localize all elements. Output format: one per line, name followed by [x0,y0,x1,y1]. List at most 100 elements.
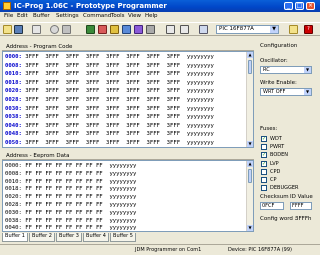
chevron-down-icon: ▼ [304,67,311,73]
eeprom-header: Address - Eeprom Data [2,152,254,160]
scroll-down-icon[interactable]: ▼ [247,141,253,147]
configuration-title: Configuration [260,43,298,49]
row-data[interactable]: 3FFF 3FFF 3FFF 3FFF 3FFF 3FFF 3FFF 3FFF [25,123,180,129]
row-address: 0048: [5,131,22,138]
table-row: 0018: FF FF FF FF FF FF FF FF yyyyyyyy [5,185,136,193]
config-word-label: Config word : [260,216,297,222]
cd-icon[interactable] [50,25,59,34]
row-data[interactable]: FF FF FF FF FF FF FF FF [25,202,102,208]
scroll-thumb[interactable] [248,169,252,183]
row-data[interactable]: FF FF FF FF FF FF FF FF [25,163,102,169]
menu-file[interactable]: File [4,13,13,19]
save-icon[interactable] [14,25,23,34]
checkmark-icon[interactable]: ✓ [261,160,267,167]
fuses-label: Fuses: [260,126,278,132]
fuse-label: DEBUGGER [270,185,299,192]
menu-buffer[interactable]: Buffer [33,13,50,19]
eeprom-data-grid[interactable]: 0000: FF FF FF FF FF FF FF FF yyyyyyyy 00… [2,160,254,232]
scroll-up-icon[interactable]: ▲ [247,161,253,167]
scroll-down-icon[interactable]: ▼ [247,225,253,231]
checkbox-empty-icon[interactable] [261,177,267,183]
chip-icon[interactable] [62,25,71,34]
tab-buffer-4[interactable]: Buffer 4 [83,233,109,242]
fuse-label: CP [270,177,277,183]
open-file-icon[interactable] [3,25,12,34]
scroll-thumb[interactable] [248,60,252,74]
eeprom-scrollbar[interactable]: ▲ ▼ [246,161,253,231]
row-data[interactable]: 3FFF 3FFF 3FFF 3FFF 3FFF 3FFF 3FFF 3FFF [25,71,180,77]
config-word-value: 3FFFh [295,216,312,222]
row-data[interactable]: 3FFF 3FFF 3FFF 3FFF 3FFF 3FFF 3FFF 3FFF [25,80,180,86]
row-data[interactable]: 3FFF 3FFF 3FFF 3FFF 3FFF 3FFF 3FFF 3FFF [25,54,180,60]
row-data[interactable]: 3FFF 3FFF 3FFF 3FFF 3FFF 3FFF 3FFF 3FFF [25,63,180,69]
row-address: 0040: [5,122,22,129]
scroll-up-icon[interactable]: ▲ [247,52,253,58]
read-chip-icon[interactable] [86,25,95,34]
asm-view-icon[interactable] [180,25,189,34]
program-code-grid[interactable]: 0000: 3FFF 3FFF 3FFF 3FFF 3FFF 3FFF 3FFF… [2,51,254,148]
blank-check-icon[interactable] [134,25,143,34]
checkmark-icon[interactable]: ✓ [261,136,267,142]
row-data[interactable]: FF FF FF FF FF FF FF FF [25,171,102,177]
hex-view-icon[interactable] [166,25,175,34]
device-select[interactable]: PIC 16F877A ▼ [216,25,279,34]
tab-buffer-5[interactable]: Buffer 5 [110,233,136,242]
row-ascii: yyyyyyyy [109,163,137,169]
row-data[interactable]: 3FFF 3FFF 3FFF 3FFF 3FFF 3FFF 3FFF 3FFF [25,114,180,120]
fuse-label: LVP [270,160,279,167]
row-data[interactable]: 3FFF 3FFF 3FFF 3FFF 3FFF 3FFF 3FFF 3FFF [25,88,180,94]
row-ascii: yyyyyyyy [186,140,214,146]
write-enable-select[interactable]: WRT OFF ▼ [260,88,312,96]
close-button[interactable]: × [306,2,315,10]
minimize-button[interactable]: _ [284,2,293,10]
checkbox-empty-icon[interactable] [261,185,267,192]
device-icon [199,25,208,34]
row-ascii: yyyyyyyy [109,202,137,208]
checkmark-icon[interactable]: ✓ [261,152,267,159]
program-chip-icon[interactable] [98,25,107,34]
row-address: 0010: [5,178,22,185]
menu-edit[interactable]: Edit [17,13,28,19]
row-data[interactable]: 3FFF 3FFF 3FFF 3FFF 3FFF 3FFF 3FFF 3FFF [25,140,180,146]
row-data[interactable]: FF FF FF FF FF FF FF FF [25,194,102,200]
menu-tools[interactable]: Tools [111,13,125,19]
tab-buffer-3[interactable]: Buffer 3 [56,233,82,242]
oscillator-select[interactable]: RC ▼ [260,66,312,74]
row-address: 0040: [5,225,22,232]
verify-chip-icon[interactable] [122,25,131,34]
menu-view[interactable]: View [128,13,141,19]
row-data[interactable]: 3FFF 3FFF 3FFF 3FFF 3FFF 3FFF 3FFF 3FFF [25,131,180,137]
row-data[interactable]: FF FF FF FF FF FF FF FF [25,225,102,231]
menu-settings[interactable]: Settings [56,13,79,19]
row-data[interactable]: FF FF FF FF FF FF FF FF [25,218,102,224]
program-scrollbar[interactable]: ▲ ▼ [246,52,253,147]
checkbox-empty-icon[interactable] [261,144,267,151]
table-row: 0020: 3FFF 3FFF 3FFF 3FFF 3FFF 3FFF 3FFF… [5,87,214,95]
erase-chip-icon[interactable] [110,25,119,34]
table-row: 0000: FF FF FF FF FF FF FF FF yyyyyyyy [5,162,136,170]
table-row: 0020: FF FF FF FF FF FF FF FF yyyyyyyy [5,193,136,201]
row-ascii: yyyyyyyy [109,178,137,185]
row-address: 0000: [5,54,22,60]
settings-icon[interactable] [289,25,298,34]
menu-help[interactable]: Help [145,13,158,19]
row-data[interactable]: FF FF FF FF FF FF FF FF [25,186,102,192]
print-icon[interactable] [32,25,41,34]
checkbox-empty-icon[interactable] [261,168,267,175]
tab-buffer-2[interactable]: Buffer 2 [29,233,55,242]
id-value-field[interactable]: FFFF [290,202,312,210]
row-address: 0050: [5,140,22,146]
help-icon[interactable]: ? [304,25,313,34]
compare-icon[interactable] [146,25,155,34]
row-data[interactable]: 3FFF 3FFF 3FFF 3FFF 3FFF 3FFF 3FFF 3FFF [25,106,180,112]
row-data[interactable]: FF FF FF FF FF FF FF FF [25,179,102,185]
row-data[interactable]: FF FF FF FF FF FF FF FF [25,210,102,216]
configuration-pane: Configuration Oscillator: RC ▼ Write Ena… [255,38,318,243]
row-data[interactable]: 3FFF 3FFF 3FFF 3FFF 3FFF 3FFF 3FFF 3FFF [25,97,180,103]
row-ascii: yyyyyyyy [109,194,137,201]
maximize-button[interactable]: □ [295,2,304,10]
write-enable-value: WRT OFF [263,89,286,95]
row-address: 0020: [5,194,22,201]
tab-buffer-1[interactable]: Buffer 1 [2,233,28,242]
menu-command[interactable]: Command [83,13,111,19]
